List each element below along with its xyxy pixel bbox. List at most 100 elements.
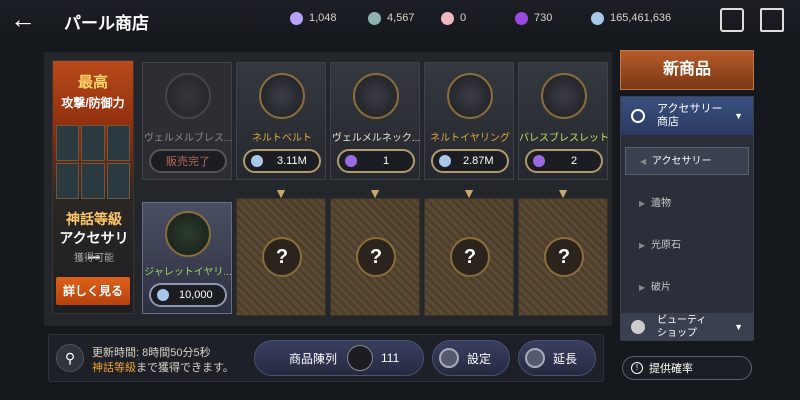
silver-currency-icon — [157, 289, 169, 301]
myth-grade-highlight: 神話等級 — [92, 362, 136, 374]
currency-pink-gem: 0 — [438, 9, 504, 27]
page-title: パール商店 — [64, 14, 149, 33]
extend-button[interactable]: 延長 — [518, 340, 596, 376]
question-mark-icon: ? — [450, 237, 490, 277]
currency-value: 4,567 — [387, 12, 415, 24]
price-tag[interactable]: 2 — [525, 149, 603, 173]
promo-banner: 最高 攻撃/防御力 神話等級 アクセサリー 獲得可能 詳しく見る — [52, 60, 134, 314]
refresh-time: 更新時間: 8時間50分5秒 — [92, 347, 211, 359]
subcategory-light-ore[interactable]: ▶ 光原石 — [625, 232, 749, 260]
item-card-bottom-0[interactable]: ジャレットイヤリ... 10,000 — [142, 202, 232, 314]
caret-right-icon: ▶ — [639, 283, 646, 292]
refresh-note-text: まで獲得できます。 — [136, 362, 234, 374]
locked-slot-0[interactable]: ? — [236, 198, 326, 316]
locked-slot-1[interactable]: ? — [330, 198, 420, 316]
item-price: 2.87M — [463, 155, 494, 167]
item-price: 販売完了 — [166, 156, 210, 168]
subcategory-accessory[interactable]: ◀ アクセサリー — [625, 147, 749, 175]
item-price: 10,000 — [179, 289, 213, 301]
caret-left-icon: ◀ — [640, 157, 647, 166]
item-price: 2 — [571, 155, 578, 167]
search-icon[interactable]: ⚲ — [56, 344, 84, 372]
beauty-shop-dropdown[interactable]: ビューティ ショップ ▼ — [621, 313, 753, 341]
item-name: ヴェルメルネック... — [331, 133, 421, 144]
silver-coin-icon — [368, 11, 381, 25]
locked-slot-2[interactable]: ? — [424, 198, 514, 316]
promo-item-images — [56, 125, 130, 199]
new-items-button[interactable]: 新商品 — [620, 50, 754, 90]
currency-silver-coin: 4,567 — [365, 9, 431, 27]
caret-down-icon: ▼ — [734, 322, 743, 332]
pearl-currency-icon — [347, 345, 374, 371]
pink-gem-icon — [441, 11, 454, 25]
gear-icon — [525, 348, 545, 368]
item-price: 3.11M — [277, 155, 307, 167]
pearl-currency-icon — [290, 11, 303, 25]
settings-button[interactable]: 設定 — [432, 340, 510, 376]
currency-pearl: 1,048 — [287, 9, 353, 27]
promo-attack-defense: 攻撃/防御力 — [61, 96, 125, 110]
gear-icon — [439, 348, 459, 368]
subcategory-fragment[interactable]: ▶ 破片 — [625, 274, 749, 302]
necklace-icon — [353, 73, 399, 119]
subcategory-label: 遺物 — [651, 198, 671, 209]
subcategory-label: 破片 — [651, 282, 671, 293]
probability-label: 提供確率 — [649, 363, 693, 375]
pearl-currency-icon — [533, 155, 545, 167]
bracelet-icon — [165, 73, 211, 119]
item-name: ネルトベルト — [252, 133, 312, 144]
caret-right-icon: ▶ — [639, 241, 646, 250]
purple-orb-icon — [515, 11, 528, 25]
item-card-1[interactable]: ネルトベルト 3.11M — [236, 62, 326, 180]
price-tag[interactable]: 1 — [337, 149, 415, 173]
caret-right-icon: ▶ — [639, 199, 646, 208]
category-label: アクセサリー 商店 — [657, 103, 723, 128]
promo-best: 最高 — [77, 74, 108, 91]
promo-myth-grade: 神話等級 — [66, 211, 122, 227]
promo-obtainable: 獲得可能 — [74, 253, 114, 264]
price-tag[interactable]: 3.11M — [243, 149, 321, 173]
price-tag[interactable]: 2.87M — [431, 149, 509, 173]
currency-value: 165,461,636 — [610, 12, 672, 24]
bracelet-icon — [541, 73, 587, 119]
belt-icon — [259, 73, 305, 119]
earring-icon — [447, 73, 493, 119]
beauty-icon — [631, 320, 645, 334]
question-mark-icon: ? — [356, 237, 396, 277]
subcategory-relic[interactable]: ▶ 遺物 — [625, 190, 749, 218]
item-name: ジャレットイヤリ... — [144, 267, 232, 278]
currency-value: 1,048 — [309, 12, 337, 24]
item-name: バレスブレスレット — [519, 133, 609, 144]
category-dropdown[interactable]: アクセサリー 商店 ▼ — [621, 97, 753, 135]
item-name: ネルトイヤリング — [430, 133, 510, 144]
item-card-4[interactable]: バレスブレスレット 2 — [518, 62, 609, 180]
price-tag[interactable]: 10,000 — [149, 283, 227, 307]
item-card-3[interactable]: ネルトイヤリング 2.87M — [424, 62, 514, 180]
display-label: 商品陳列 — [289, 351, 338, 366]
beauty-shop-label: ビューティ ショップ — [657, 315, 707, 339]
category-sidebar: アクセサリー 商店 ▼ ◀ アクセサリー ▶ 遺物 ▶ 光原石 ▶ 破片 ビューティ シ… — [620, 96, 754, 341]
item-card-2[interactable]: ヴェルメルネック... 1 — [330, 62, 420, 180]
sold-out-badge: 販売完了 — [149, 149, 227, 173]
currency-purple-orb: 730 — [512, 9, 578, 27]
pearl-currency-icon — [345, 155, 357, 167]
probability-button[interactable]: ! 提供確率 — [622, 356, 752, 380]
subcategory-label: 光原石 — [651, 240, 681, 251]
currency-value: 0 — [460, 12, 467, 24]
silver-currency-icon — [439, 155, 451, 167]
ring-icon — [631, 109, 645, 123]
back-arrow-icon[interactable]: ← — [10, 6, 40, 34]
info-icon: ! — [631, 362, 643, 374]
item-price: 1 — [383, 155, 390, 167]
inventory-icon[interactable] — [720, 8, 744, 32]
display-items-button[interactable]: 商品陳列 111 — [254, 340, 424, 376]
exit-icon[interactable] — [760, 8, 784, 32]
item-card-0[interactable]: ヴェルメルブレス... 販売完了 — [142, 62, 232, 180]
question-mark-icon: ? — [262, 237, 302, 277]
details-button[interactable]: 詳しく見る — [56, 277, 130, 305]
locked-slot-3[interactable]: ? — [518, 198, 608, 316]
caret-down-icon: ▼ — [734, 111, 743, 121]
display-count: 111 — [381, 351, 400, 365]
item-name: ヴェルメルブレス... — [143, 133, 233, 144]
silver-currency-icon — [591, 11, 604, 25]
